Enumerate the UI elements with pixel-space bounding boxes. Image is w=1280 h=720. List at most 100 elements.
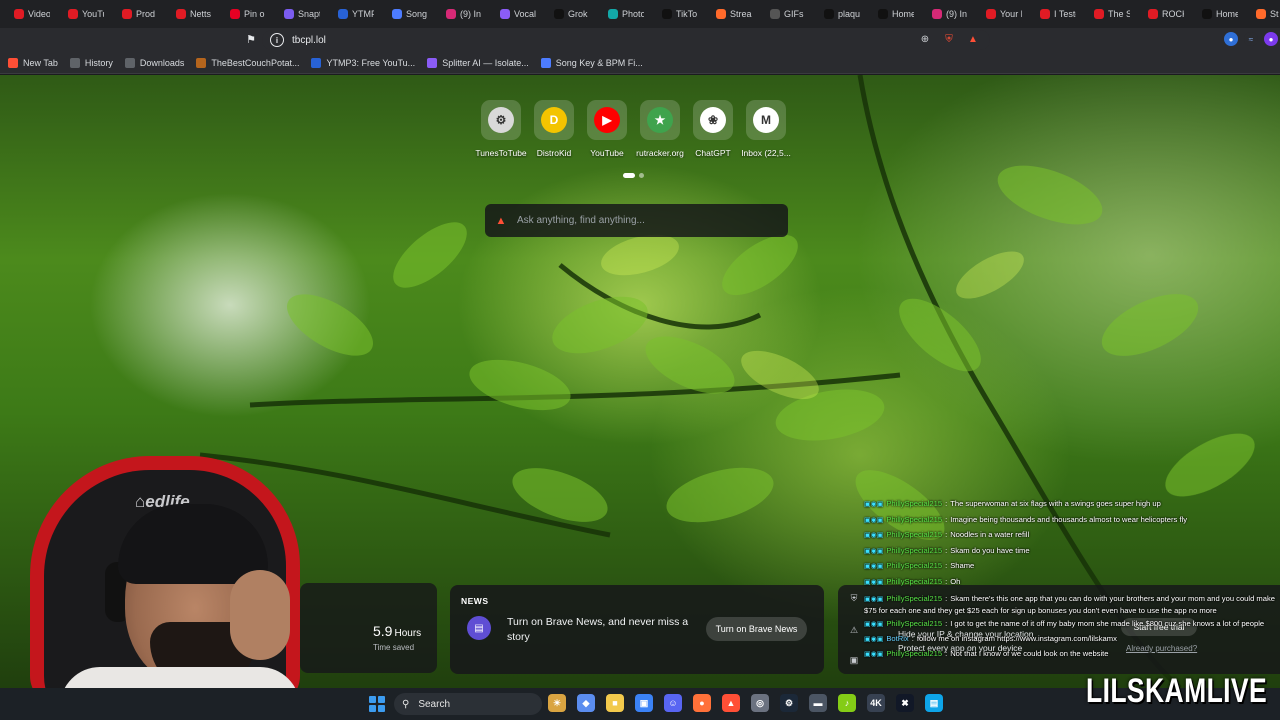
chat-separator: : [945,514,948,524]
chat-username: PhillySpecial215 [886,514,943,524]
4k-icon[interactable]: 4K [867,694,885,712]
top-site[interactable]: ▶ YouTube [584,100,630,158]
chat-username: BotRix [886,633,909,643]
start-button[interactable] [369,696,385,712]
bookmark-item[interactable]: History [69,57,113,68]
newtab-search-box[interactable]: ▲ [485,204,788,237]
bookmark-icon[interactable]: ⚑ [244,33,258,47]
top-site[interactable]: ❀ ChatGPT [690,100,736,158]
steam-icon[interactable]: ⚙ [780,694,798,712]
tab-title: Snapt [298,9,320,19]
browser-tab[interactable]: The S [1080,0,1134,28]
browser-tab[interactable]: TikTo [648,0,702,28]
time-saved-value: 5.9 Hours [373,623,421,639]
discord-icon[interactable]: ☺ [664,694,682,712]
brave-rewards-icon[interactable]: ▲ [966,32,980,46]
extensions-area: ● ≈ ● [1224,32,1280,46]
browser-tab[interactable]: Pin o [216,0,270,28]
taskbar-apps: ☀ ◆ ■ ▣ ☺ ● ▲ ◎ ⚙ ▬ ♪ 4K ✖ ▤ [548,694,943,712]
browser-tab[interactable]: plaqu [810,0,864,28]
top-site-tile[interactable]: ★ [640,100,680,140]
streamlabs-icon [1256,9,1266,19]
taskbar-search-label: Search [418,698,451,710]
firefox-icon[interactable]: ● [693,694,711,712]
bookmark-item[interactable]: Splitter AI — Isolate... [427,57,529,68]
browser-tab[interactable]: GIFs c [756,0,810,28]
browser-tab[interactable]: I Teste [1026,0,1080,28]
url-text[interactable]: tbcpl.lol [292,35,326,46]
browser-tab[interactable]: Netts [162,0,216,28]
address-bar[interactable]: i tbcpl.lol ⊕ ⛨ ▲ [262,30,990,50]
turn-on-brave-news-button[interactable]: Turn on Brave News [706,617,807,641]
brave-shields-icon[interactable]: ⛨ [942,32,956,46]
browser-tab[interactable]: Strea [702,0,756,28]
browser-tab[interactable]: ROCK [1134,0,1188,28]
taskbar-search[interactable]: ⚲ Search [394,693,542,715]
copilot-icon[interactable]: ◆ [577,694,595,712]
top-site[interactable]: D DistroKid [531,100,577,158]
browser-tab[interactable]: Photo [594,0,648,28]
bookmark-item[interactable]: YTMP3: Free YouTu... [311,57,415,68]
screen: Video YouTu Prod Netts Pin o Snapt YTMF Song (9)… [0,0,1280,720]
capcut-icon[interactable]: ✖ [896,694,914,712]
x-icon [824,9,834,19]
photo-icon [608,9,618,19]
bookmark-label: Splitter AI — Isolate... [442,57,529,68]
browser-tab[interactable]: YTMF [324,0,378,28]
bookmark-item[interactable]: Song Key & BPM Fi... [540,57,643,68]
bookmark-item[interactable]: New Tab [8,57,58,68]
time-saved-unit: Hours [394,628,422,639]
site-info-icon[interactable]: i [270,33,284,47]
chat-message: ▣◉▣ PhillySpecial215: Not that I know of w… [864,647,1280,663]
browser-tab[interactable]: St [1242,0,1280,28]
bookmark-item[interactable]: TheBestCouchPotat... [196,57,299,68]
leo-icon[interactable]: ● [1264,32,1278,46]
pager-dot-active[interactable] [623,173,635,178]
browser-tab[interactable]: Prod [108,0,162,28]
top-site-tile[interactable]: ❀ [693,100,733,140]
file-explorer-icon[interactable]: ■ [606,694,624,712]
browser-tab[interactable]: Song [378,0,432,28]
bookmark-item[interactable]: Downloads [124,57,184,68]
top-site[interactable]: ★ rutracker.org [636,100,684,158]
pager-dot[interactable] [639,173,644,178]
top-site-tile[interactable]: M [746,100,786,140]
chrome-icon[interactable]: ◎ [751,694,769,712]
browser-tab[interactable]: Home [1188,0,1242,28]
chat-separator: : [945,545,948,555]
browser-tab[interactable]: Vocal [486,0,540,28]
top-site[interactable]: M Inbox (22,5... [741,100,791,158]
top-site[interactable]: ⚙ TunesToTube [475,100,527,158]
music-icon[interactable]: ♪ [838,694,856,712]
store-icon[interactable]: ▣ [635,694,653,712]
vpn-icon[interactable]: ● [1224,32,1238,46]
tab-title: TikTo [676,9,698,19]
bookmark-label: New Tab [23,57,58,68]
photos-icon[interactable]: ▤ [925,694,943,712]
chat-message: ▣◉▣ PhillySpecial215: The superwoman at si… [864,497,1280,513]
top-site-tile[interactable]: ▶ [587,100,627,140]
app-icon[interactable]: ▬ [809,694,827,712]
tab-title: GIFs c [784,9,806,19]
widgets-icon[interactable]: ☀ [548,694,566,712]
top-site-tile[interactable]: D [534,100,574,140]
chat-message: ▣◉▣ BotRix: follow me on instagram https:/… [864,632,1280,648]
chat-text: The superwoman at six flags with a swing… [950,499,1161,508]
browser-tab[interactable]: (9) In [432,0,486,28]
wallet-icon[interactable]: ≈ [1244,32,1258,46]
browser-tab[interactable]: Video [0,0,54,28]
browser-tab[interactable]: Home [864,0,918,28]
browser-tab[interactable]: Grok [540,0,594,28]
chat-badges-icon: ▣◉▣ [864,547,884,555]
browser-tab[interactable]: (9) In [918,0,972,28]
browser-tab[interactable]: Snapt [270,0,324,28]
search-icon: ⚲ [402,698,410,710]
newtab-search-input[interactable] [517,215,777,226]
stats-widget[interactable]: 5.9 Hours Time saved [300,583,437,673]
zoom-icon[interactable]: ⊕ [918,32,932,46]
browser-tab[interactable]: Your L [972,0,1026,28]
browser-tab[interactable]: YouTu [54,0,108,28]
tab-title: Video [28,9,50,19]
brave-icon[interactable]: ▲ [722,694,740,712]
top-site-tile[interactable]: ⚙ [481,100,521,140]
